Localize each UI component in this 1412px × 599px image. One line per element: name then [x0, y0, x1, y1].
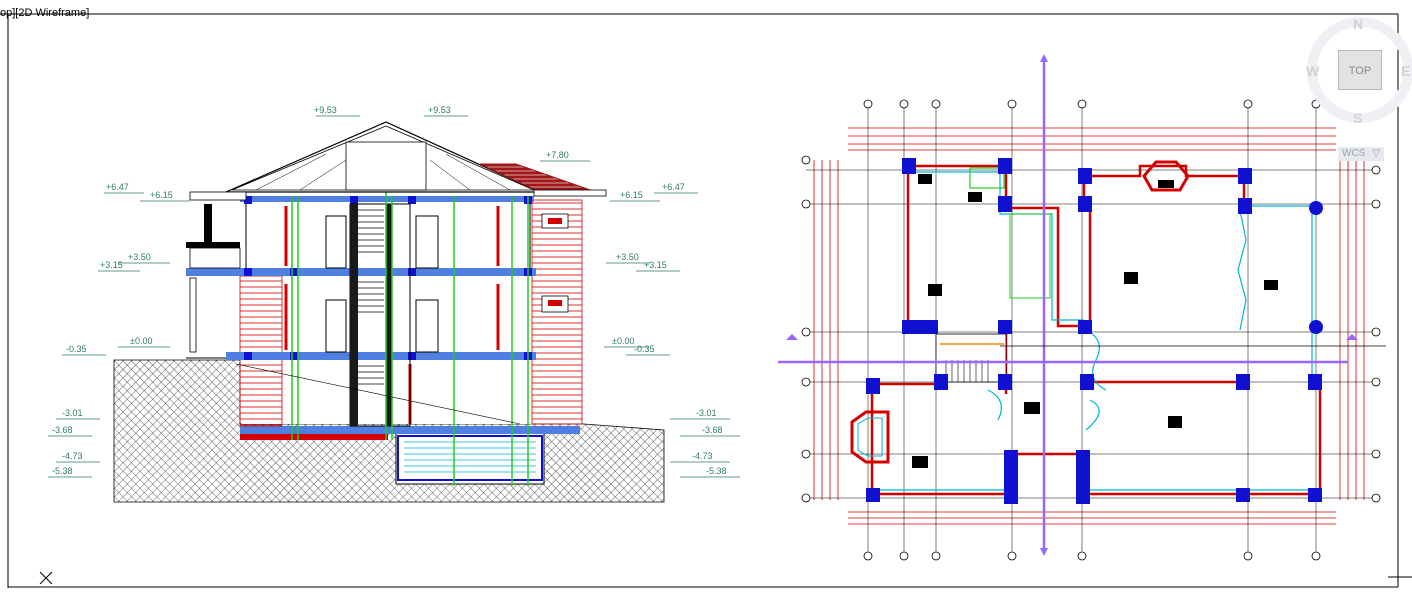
level-right-5: ±0.00 [612, 336, 634, 346]
basement-floor [240, 434, 388, 440]
level-left-4: +3.50 [128, 252, 151, 262]
building-section: +9.53 +9.53 +7.80 +6.47 +6.15 +3.15 +3.5… [48, 105, 740, 503]
level-right-8: -3.68 [702, 425, 723, 435]
level-top-2: +9.53 [428, 105, 451, 115]
level-left-1: +6.47 [106, 182, 129, 192]
level-left-10: -5.38 [52, 466, 73, 476]
compass-north[interactable]: N [1353, 16, 1363, 32]
wcs-label: WCS [1342, 148, 1366, 159]
side-wall-left [239, 275, 283, 427]
basement-slab [240, 426, 580, 434]
drawing-viewport[interactable]: +9.53 +9.53 +7.80 +6.47 +6.15 +3.15 +3.5… [0, 0, 1412, 599]
level-top-1: +9.53 [314, 105, 337, 115]
level-left-7: -3.01 [62, 408, 83, 418]
level-left-3: +3.15 [100, 260, 123, 270]
chevron-down-icon: ▽ [1372, 148, 1380, 159]
level-right-2: +6.47 [662, 182, 685, 192]
ground-floor-slab [226, 352, 536, 360]
viewcube-top-face[interactable]: TOP [1338, 50, 1382, 90]
level-right-6: -0.35 [634, 344, 655, 354]
level-right-3: +3.50 [616, 252, 639, 262]
level-right-9: -4.73 [692, 451, 713, 461]
basement-pit [395, 431, 545, 485]
compass-south[interactable]: S [1353, 110, 1362, 126]
level-right-10: -5.38 [706, 466, 727, 476]
compass-east[interactable]: E [1401, 63, 1410, 79]
roof-slab [240, 196, 534, 202]
level-top-3: +7.80 [546, 150, 569, 160]
viewport-controls-label[interactable]: op][2D Wireframe] [0, 6, 89, 20]
level-right-1: +6.15 [620, 190, 643, 200]
wcs-dropdown[interactable]: WCS ▽ [1338, 147, 1384, 161]
level-left-6: ±0.00 [130, 336, 152, 346]
level-left-9: -4.73 [62, 451, 83, 461]
compass-west[interactable]: W [1306, 63, 1319, 79]
cad-drawing-canvas[interactable]: +9.53 +9.53 +7.80 +6.47 +6.15 +3.15 +3.5… [0, 0, 1412, 599]
level-right-7: -3.01 [696, 408, 717, 418]
first-floor-slab [186, 268, 536, 276]
viewcube[interactable]: N S W E TOP [1296, 12, 1412, 132]
ucs-icon [39, 571, 53, 585]
level-left-5: -0.35 [66, 344, 87, 354]
level-left-2: +6.15 [150, 190, 173, 200]
level-left-8: -3.68 [52, 425, 73, 435]
floor-plan [778, 54, 1386, 561]
level-right-4: +3.15 [644, 260, 667, 270]
